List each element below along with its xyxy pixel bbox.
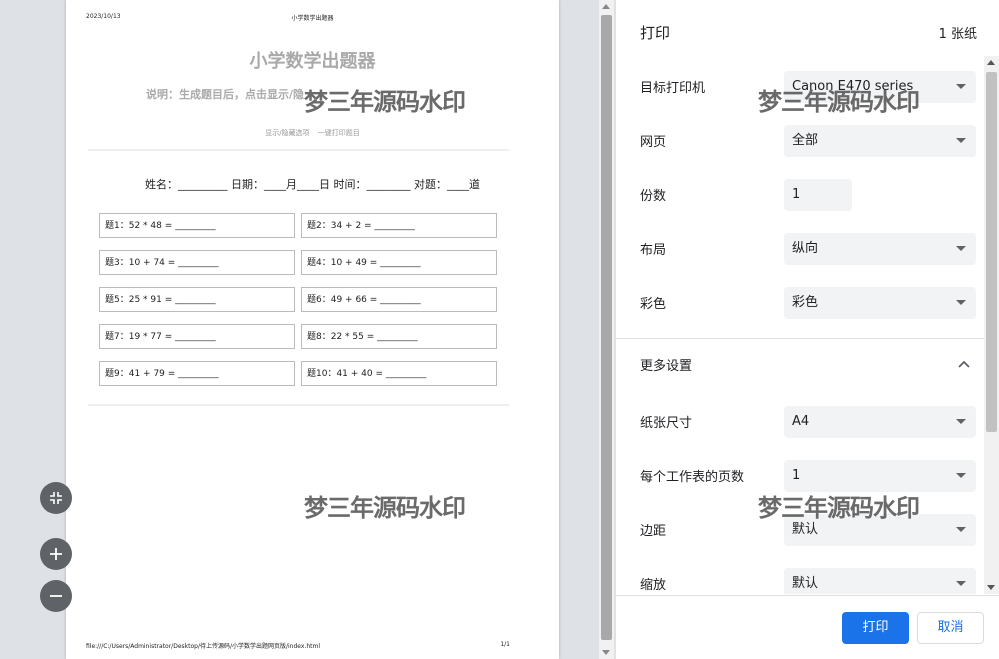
margins-label: 边距 [640,524,667,539]
watermark: 梦三年源码水印 [758,494,920,522]
document-description: 说明：生成题目后，点击显示/隐 [146,88,305,101]
copies-label: 份数 [640,189,667,204]
scroll-down-icon[interactable] [987,585,995,590]
chevron-down-icon [956,84,966,89]
question-box: 题5：25 * 91 = _________ [99,287,295,312]
chevron-down-icon [956,138,966,143]
chevron-down-icon [956,473,966,478]
scale-label: 缩放 [640,578,667,593]
pages-value: 全部 [792,133,819,148]
preview-scrollbar[interactable] [599,0,614,659]
page-footer-number: 1/1 [500,641,510,648]
print-settings-panel: 打印 1 张纸 目标打印机 Canon E470 series 网页 全部 份数… [616,0,999,659]
copies-input[interactable]: 1 [784,179,852,211]
student-info-line: 姓名：_________ 日期：____月____日 时间：________ 对… [145,178,480,191]
scale-value: 默认 [792,576,819,591]
printer-label: 目标打印机 [640,81,706,96]
chevron-up-icon[interactable] [958,360,970,368]
page-header-title: 小学数学出题器 [291,15,334,22]
question-box: 题3：10 + 74 = _________ [99,250,295,275]
pages-label: 网页 [640,135,667,150]
chevron-down-icon [956,300,966,305]
more-settings-toggle[interactable]: 更多设置 [640,355,692,374]
scale-select[interactable]: 默认 [784,568,976,594]
fit-to-page-button[interactable] [40,482,72,514]
question-box: 题4：10 + 49 = _________ [301,250,497,275]
scroll-down-icon[interactable] [602,650,610,655]
question-box: 题7：19 * 77 = _________ [99,324,295,349]
scroll-up-icon[interactable] [602,4,610,9]
divider [616,595,999,596]
panel-title: 打印 [640,24,671,42]
divider [616,338,986,339]
scroll-up-icon[interactable] [987,60,995,65]
print-preview-area: 2023/10/13 小学数学出题器 小学数学出题器 说明：生成题目后，点击显示… [0,0,616,659]
document-title: 小学数学出题器 [249,51,376,72]
question-box: 题9：41 + 79 = _________ [99,361,295,386]
chevron-down-icon [956,581,966,586]
pages-select[interactable]: 全部 [784,125,976,157]
pages-per-sheet-value: 1 [792,468,801,483]
toggle-options-link: 显示/隐藏选项 [265,129,310,137]
watermark: 梦三年源码水印 [758,88,920,116]
question-box: 题6：49 + 66 = _________ [301,287,497,312]
cancel-button[interactable]: 取消 [917,612,984,644]
pages-per-sheet-label: 每个工作表的页数 [640,470,745,485]
scrollbar-thumb[interactable] [601,15,612,640]
paper-size-select[interactable]: A4 [784,406,976,438]
color-select[interactable]: 彩色 [784,287,976,319]
chevron-down-icon [956,527,966,532]
question-box: 题1：52 * 48 = _________ [99,213,295,238]
document-links: 显示/隐藏选项 一键打印题目 [66,128,559,138]
scrollbar-thumb[interactable] [986,72,997,432]
question-grid: 题1：52 * 48 = _________ 题2：34 + 2 = _____… [99,213,497,386]
watermark: 梦三年源码水印 [304,88,466,116]
question-box: 题8：22 * 55 = _________ [301,324,497,349]
chevron-down-icon [956,419,966,424]
divider [88,404,509,406]
watermark: 梦三年源码水印 [304,494,466,522]
paper-size-value: A4 [792,414,810,429]
minus-icon [50,595,62,597]
zoom-in-button[interactable] [40,538,72,570]
color-value: 彩色 [792,295,819,310]
preview-page: 2023/10/13 小学数学出题器 小学数学出题器 说明：生成题目后，点击显示… [66,0,559,659]
question-box: 题10：41 + 40 = _________ [301,361,497,386]
print-questions-link: 一键打印题目 [317,129,360,137]
page-footer-path: file:///C:/Users/Administrator/Desktop/待… [86,643,321,650]
color-label: 彩色 [640,297,667,312]
print-button[interactable]: 打印 [842,612,909,644]
chevron-down-icon [956,246,966,251]
paper-size-label: 纸张尺寸 [640,416,693,431]
plus-icon [50,548,62,560]
settings-scrollbar[interactable] [984,56,999,594]
sheet-count: 1 张纸 [938,27,977,42]
layout-label: 布局 [640,243,667,258]
layout-value: 纵向 [792,241,819,256]
zoom-out-button[interactable] [40,580,72,612]
margins-value: 默认 [792,522,819,537]
question-box: 题2：34 + 2 = _________ [301,213,497,238]
fit-to-page-icon [50,492,62,504]
layout-select[interactable]: 纵向 [784,233,976,265]
divider [88,149,509,151]
